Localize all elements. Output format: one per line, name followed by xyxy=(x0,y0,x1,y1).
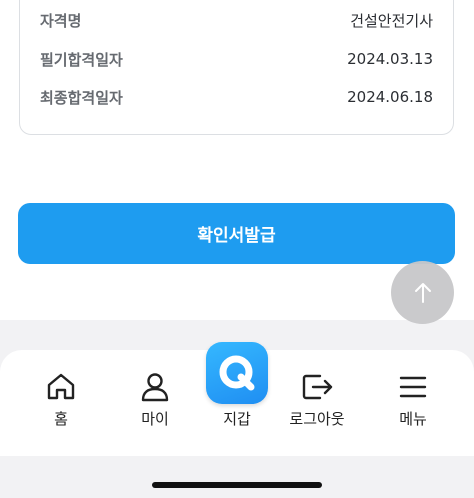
wallet-button[interactable] xyxy=(206,342,268,404)
qualification-name-value: 건설안전기사 xyxy=(350,11,433,30)
info-row-qualification: 자격명 건설안전기사 xyxy=(40,8,433,32)
written-pass-date-label: 필기합격일자 xyxy=(40,50,123,69)
qualification-name-label: 자격명 xyxy=(40,11,82,30)
issue-certificate-button[interactable]: 확인서발급 xyxy=(18,203,455,264)
nav-label-menu: 메뉴 xyxy=(399,410,427,428)
arrow-up-icon xyxy=(414,282,431,303)
home-indicator xyxy=(152,482,322,488)
nav-label-wallet: 지갑 xyxy=(223,410,251,428)
nav-label-logout: 로그아웃 xyxy=(289,410,345,428)
nav-item-menu[interactable]: 메뉴 xyxy=(373,350,453,450)
final-pass-date-value: 2024.06.18 xyxy=(347,88,433,106)
nav-label-home: 홈 xyxy=(54,410,68,428)
logout-icon xyxy=(302,374,333,400)
nav-label-my: 마이 xyxy=(141,410,169,428)
person-icon xyxy=(141,373,169,402)
home-icon xyxy=(47,373,75,400)
nav-item-my[interactable]: 마이 xyxy=(115,350,195,450)
scroll-to-top-button[interactable] xyxy=(391,261,454,324)
nav-item-home[interactable]: 홈 xyxy=(21,350,101,450)
info-row-final-pass: 최종합격일자 2024.06.18 xyxy=(40,85,433,109)
wallet-q-icon xyxy=(219,355,255,391)
hamburger-icon xyxy=(399,376,427,398)
nav-item-logout[interactable]: 로그아웃 xyxy=(277,350,357,450)
info-row-written-pass: 필기합격일자 2024.03.13 xyxy=(40,47,433,71)
final-pass-date-label: 최종합격일자 xyxy=(40,88,123,107)
qualification-info-card: 자격명 건설안전기사 필기합격일자 2024.03.13 최종합격일자 2024… xyxy=(19,0,454,135)
written-pass-date-value: 2024.03.13 xyxy=(347,50,433,68)
